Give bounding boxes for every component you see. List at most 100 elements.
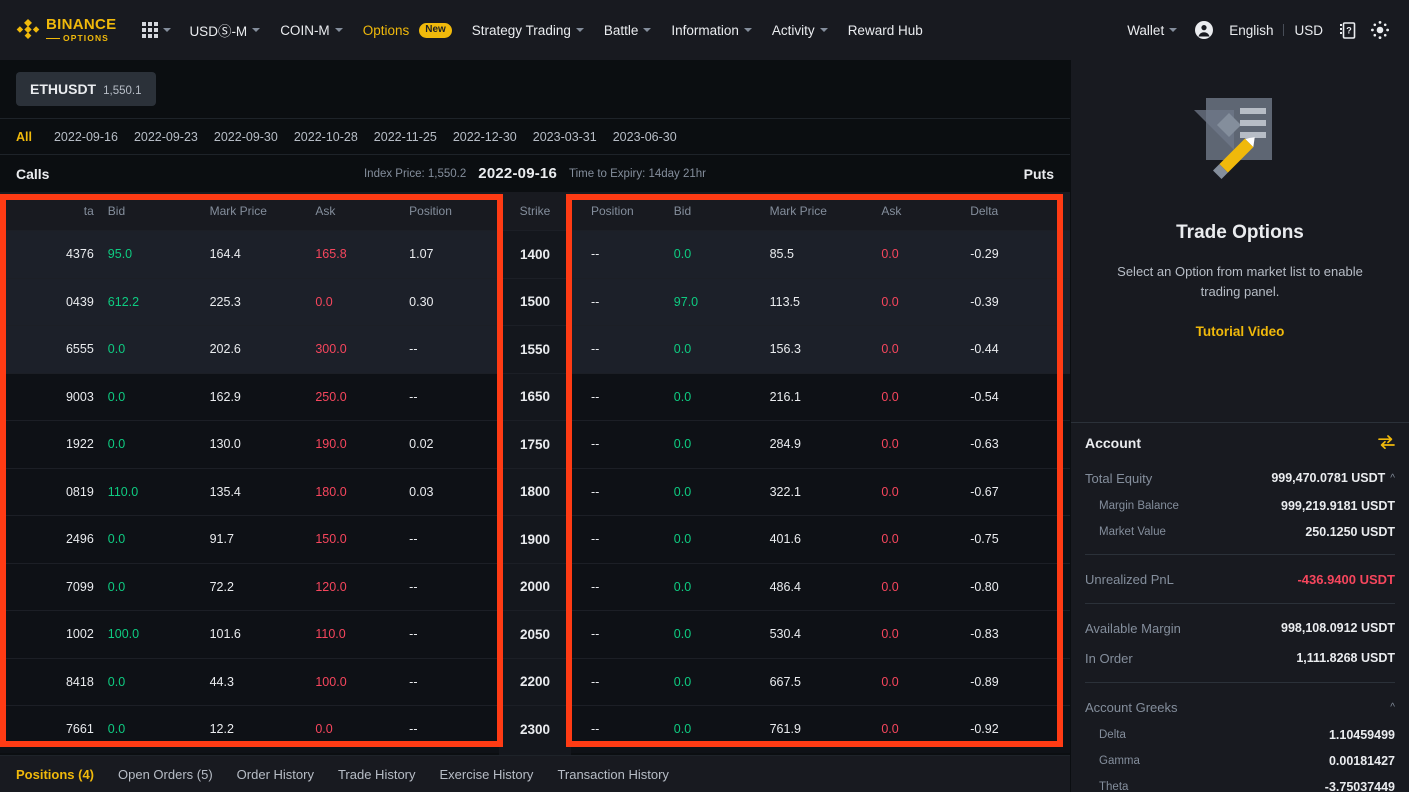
puts-cell-delta: -0.92 xyxy=(970,722,999,737)
puts-table-row[interactable]: -- 0.0 401.6 0.0 -0.75 xyxy=(571,515,1070,563)
nav-item-strategy-trading[interactable]: Strategy Trading xyxy=(462,0,594,60)
strike-header-row: Strike xyxy=(499,192,571,230)
strike-col-header: Strike xyxy=(519,204,551,218)
calls-cell-ask: 0.0 xyxy=(315,294,333,309)
puts-col-mark-price[interactable]: Mark Price xyxy=(756,204,876,218)
bottom-tab-open-orders[interactable]: Open Orders (5) xyxy=(118,767,237,782)
puts-table-row[interactable]: -- 0.0 761.9 0.0 -0.92 xyxy=(571,705,1070,753)
puts-cell-mark-price: 486.4 xyxy=(769,579,801,594)
bottom-tab-exercise-history[interactable]: Exercise History xyxy=(440,767,558,782)
puts-table-row[interactable]: -- 0.0 216.1 0.0 -0.54 xyxy=(571,372,1070,420)
puts-cell-ask: 0.0 xyxy=(881,674,899,689)
strike-column: Strike 1400 1500 1550 1650 1750 1800 1900 2000 2… xyxy=(499,192,571,755)
chevron-down-icon xyxy=(1169,28,1178,32)
calls-col-delta[interactable]: ta xyxy=(0,204,100,218)
strike-cell: 2050 xyxy=(499,610,571,658)
apps-grid-menu[interactable] xyxy=(134,0,179,60)
puts-table-row[interactable]: -- 0.0 530.4 0.0 -0.83 xyxy=(571,610,1070,658)
chevron-down-icon xyxy=(163,28,172,32)
calls-cell-mark-price: 12.2 xyxy=(209,722,234,737)
strike-cell: 1800 xyxy=(499,467,571,515)
currency-selector[interactable]: USD xyxy=(1286,23,1331,38)
calls-table-row[interactable]: 1922 0.0 130.0 190.0 0.02 xyxy=(0,420,499,468)
nav-label: Information xyxy=(671,22,739,38)
calls-col-ask[interactable]: Ask xyxy=(309,204,399,218)
account-greeks-header[interactable]: Account Greeks ^ xyxy=(1085,692,1395,722)
calls-table-row[interactable]: 0819 110.0 135.4 180.0 0.03 xyxy=(0,467,499,515)
index-price: Index Price: 1,550.2 xyxy=(363,167,467,180)
bottom-tab-trade-history[interactable]: Trade History xyxy=(338,767,440,782)
wallet-menu[interactable]: Wallet xyxy=(1117,0,1187,60)
calls-header-row: ta Bid Mark Price Ask Position xyxy=(0,192,499,230)
calls-cell-mark-price: 44.3 xyxy=(209,674,234,689)
total-equity-row[interactable]: Total Equity 999,470.0781 USDT ^ xyxy=(1085,463,1395,493)
calls-table-row[interactable]: 8418 0.0 44.3 100.0 -- xyxy=(0,657,499,705)
puts-col-bid[interactable]: Bid xyxy=(666,204,756,218)
calls-cell-bid: 0.0 xyxy=(107,437,126,452)
nav-item-reward-hub[interactable]: Reward Hub xyxy=(838,0,933,60)
language-selector[interactable]: English xyxy=(1221,23,1281,38)
calls-col-position[interactable]: Position xyxy=(399,204,499,218)
expiry-tab-2022-09-30[interactable]: 2022-09-30 xyxy=(214,130,294,144)
symbol-price: 1,550.1 xyxy=(103,85,142,97)
user-avatar-icon[interactable] xyxy=(1189,15,1219,45)
calls-table-row[interactable]: 7661 0.0 12.2 0.0 -- xyxy=(0,705,499,753)
calls-cell-delta: 7661 xyxy=(65,722,94,737)
puts-table-row[interactable]: -- 0.0 85.5 0.0 -0.29 xyxy=(571,230,1070,278)
expiry-tab-2022-09-16[interactable]: 2022-09-16 xyxy=(54,130,134,144)
nav-item-options[interactable]: Options New xyxy=(353,0,462,60)
calls-col-mark-price[interactable]: Mark Price xyxy=(200,204,310,218)
calls-table-row[interactable]: 7099 0.0 72.2 120.0 -- xyxy=(0,562,499,610)
qr-download-app-icon[interactable]: ? xyxy=(1333,15,1363,45)
expiry-tab-2022-12-30[interactable]: 2022-12-30 xyxy=(453,130,533,144)
strike-cell: 1400 xyxy=(499,230,571,278)
nav-item-battle[interactable]: Battle xyxy=(594,0,662,60)
expiry-tab-all[interactable]: All xyxy=(16,130,54,144)
puts-cell-ask: 0.0 xyxy=(881,532,899,547)
transfer-swap-icon[interactable] xyxy=(1378,434,1395,452)
calls-table-row[interactable]: 0439 612.2 225.3 0.0 0.30 xyxy=(0,277,499,325)
calls-table-row[interactable]: 6555 0.0 202.6 300.0 -- xyxy=(0,325,499,373)
puts-table-row[interactable]: -- 97.0 113.5 0.0 -0.39 xyxy=(571,277,1070,325)
calls-table-row[interactable]: 4376 95.0 164.4 165.8 1.07 xyxy=(0,230,499,278)
nav-item-information[interactable]: Information xyxy=(661,0,762,60)
nav-item-activity[interactable]: Activity xyxy=(762,0,838,60)
total-equity-label: Total Equity xyxy=(1085,470,1153,486)
puts-table-row[interactable]: -- 0.0 156.3 0.0 -0.44 xyxy=(571,325,1070,373)
sun-brightness-icon[interactable] xyxy=(1365,15,1395,45)
puts-table-row[interactable]: -- 0.0 322.1 0.0 -0.67 xyxy=(571,467,1070,515)
calls-table-row[interactable]: 9003 0.0 162.9 250.0 -- xyxy=(0,372,499,420)
tutorial-video-link[interactable]: Tutorial Video xyxy=(1196,324,1285,339)
strike-cell: 2300 xyxy=(499,705,571,753)
puts-col-ask[interactable]: Ask xyxy=(875,204,960,218)
selected-expiry-date: 2022-09-16 xyxy=(478,165,558,182)
puts-table-row[interactable]: -- 0.0 667.5 0.0 -0.89 xyxy=(571,657,1070,705)
nav-item-usds-m[interactable]: USDⓈ-M xyxy=(179,0,270,60)
puts-col-position[interactable]: Position xyxy=(571,204,666,218)
puts-table-row[interactable]: -- 0.0 284.9 0.0 -0.63 xyxy=(571,420,1070,468)
bottom-tab-transaction-history[interactable]: Transaction History xyxy=(557,767,693,782)
puts-cell-ask: 0.0 xyxy=(881,627,899,642)
bottom-tab-order-history[interactable]: Order History xyxy=(237,767,338,782)
symbol-chip-ethusdt[interactable]: ETHUSDT 1,550.1 xyxy=(16,72,156,106)
binance-options-logo[interactable]: BINANCE OPTIONS xyxy=(16,17,116,43)
expiry-tab-2022-10-28[interactable]: 2022-10-28 xyxy=(294,130,374,144)
calls-table-row[interactable]: 1002 100.0 101.6 110.0 -- xyxy=(0,610,499,658)
puts-table-row[interactable]: -- 0.0 486.4 0.0 -0.80 xyxy=(571,562,1070,610)
nav-item-coin-m[interactable]: COIN-M xyxy=(270,0,353,60)
bottom-tab-positions[interactable]: Positions (4) xyxy=(16,767,118,782)
calls-table-row[interactable]: 2496 0.0 91.7 150.0 -- xyxy=(0,515,499,563)
puts-col-delta[interactable]: Delta xyxy=(960,204,1070,218)
nav-label: COIN-M xyxy=(280,22,330,38)
chain-section-header: Calls Index Price: 1,550.2 2022-09-16 Ti… xyxy=(0,155,1070,192)
expiry-tab-2023-06-30[interactable]: 2023-06-30 xyxy=(613,130,693,144)
in-order-label: In Order xyxy=(1085,650,1133,666)
chevron-down-icon xyxy=(819,28,828,32)
expiry-tab-2023-03-31[interactable]: 2023-03-31 xyxy=(533,130,613,144)
trade-panel-description: Select an Option from market list to ena… xyxy=(1117,264,1363,300)
expiry-tab-2022-11-25[interactable]: 2022-11-25 xyxy=(374,130,453,144)
nav-label: Activity xyxy=(771,22,815,38)
calls-col-bid[interactable]: Bid xyxy=(100,204,200,218)
calls-cell-ask: 120.0 xyxy=(315,579,347,594)
expiry-tab-2022-09-23[interactable]: 2022-09-23 xyxy=(134,130,214,144)
